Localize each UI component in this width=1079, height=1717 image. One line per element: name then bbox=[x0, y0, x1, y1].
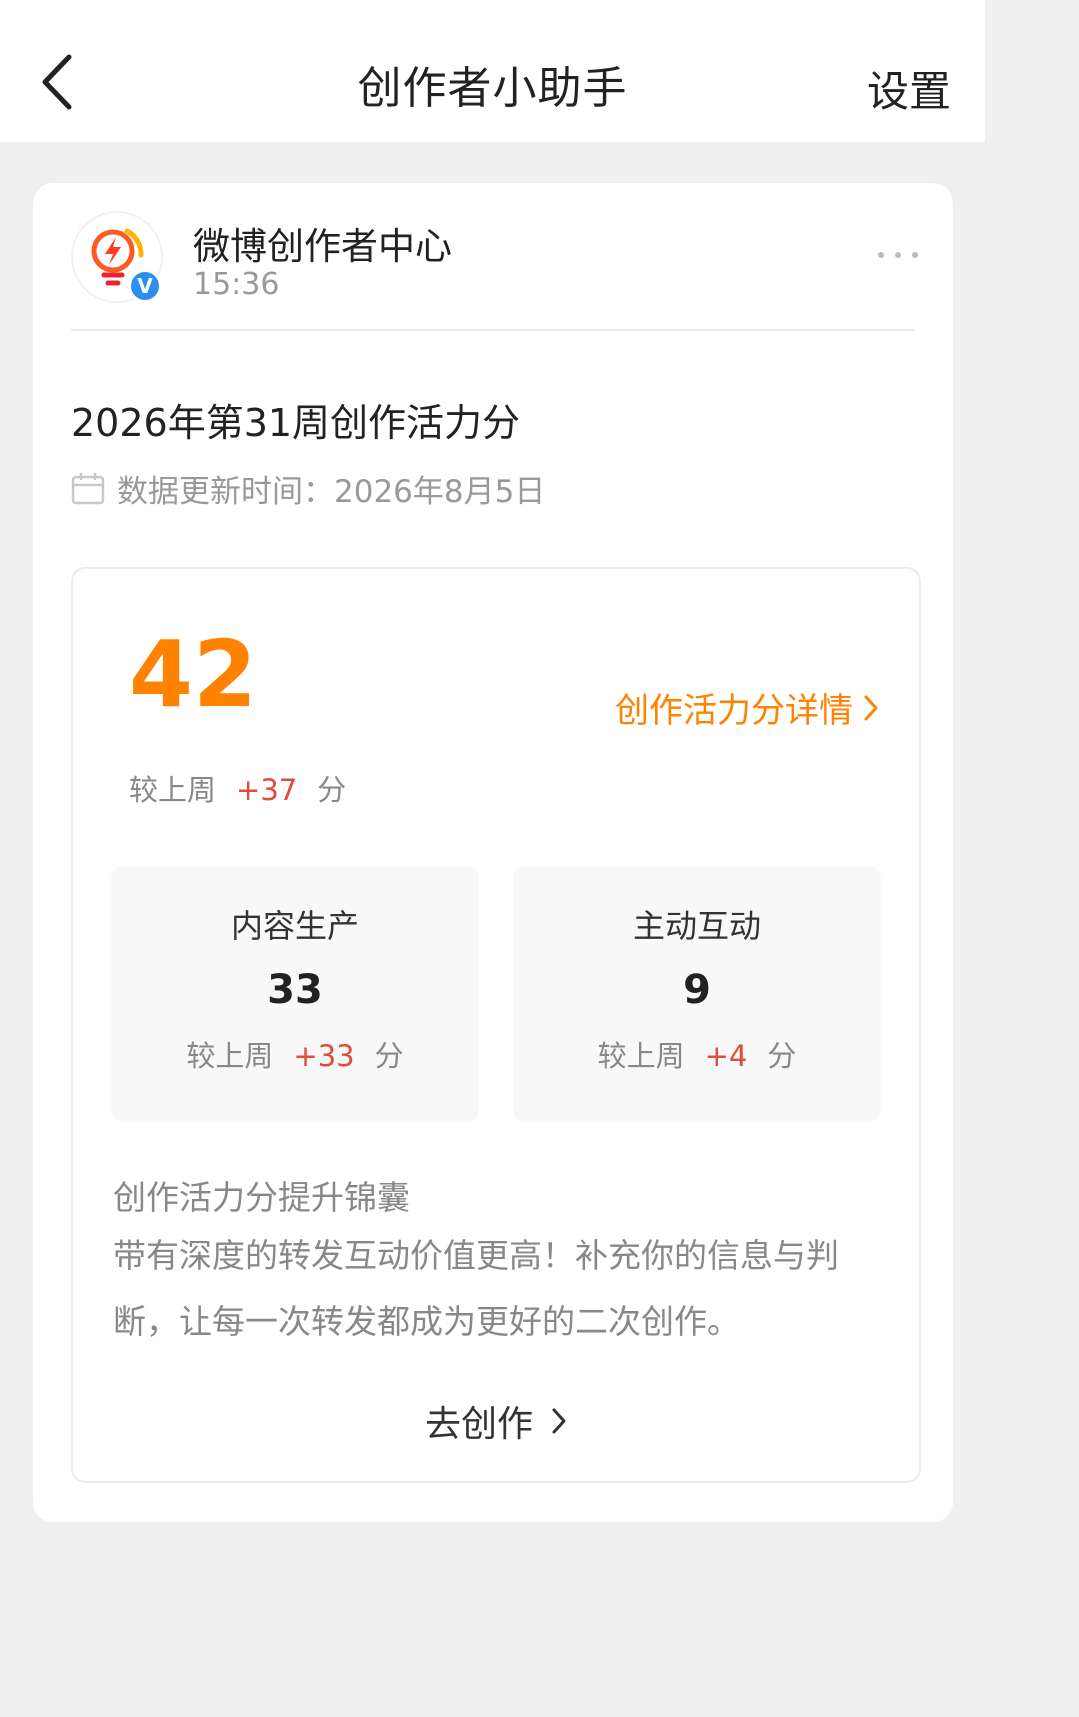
go-create-button[interactable]: 去创作 bbox=[73, 1395, 919, 1447]
verified-badge: V bbox=[128, 269, 162, 303]
page-title: 创作者小助手 bbox=[357, 63, 628, 114]
active-interaction-box: 主动互动 9 较上周 +4 分 bbox=[513, 867, 881, 1121]
sub-score-compare: 较上周 +33 分 bbox=[186, 1039, 404, 1073]
message-card: V 微博创作者中心 15:36 2026年第31周创作活力分 数据更新时间：20… bbox=[33, 183, 953, 1522]
chevron-right-icon bbox=[864, 695, 878, 720]
settings-button[interactable]: 设置 bbox=[867, 58, 951, 119]
score-panel: 42 创作活力分详情 较上周 +37 分 内容生产 33 较上周 +33 分 主动互动 … bbox=[71, 567, 921, 1483]
go-create-label: 去创作 bbox=[424, 1404, 533, 1445]
content-production-box: 内容生产 33 较上周 +33 分 bbox=[111, 867, 479, 1121]
sub-score-compare: 较上周 +4 分 bbox=[597, 1039, 797, 1073]
sub-score-value: 9 bbox=[683, 967, 711, 1013]
top-bar: 创作者小助手 设置 bbox=[0, 0, 985, 142]
sub-score-value: 33 bbox=[267, 967, 323, 1013]
update-time-row: 数据更新时间：2026年8月5日 bbox=[71, 466, 545, 511]
chevron-right-icon bbox=[552, 1408, 566, 1434]
post-time: 15:36 bbox=[193, 267, 280, 302]
sub-score-label: 内容生产 bbox=[230, 907, 359, 945]
compare-prefix: 较上周 bbox=[129, 773, 217, 807]
more-button[interactable] bbox=[878, 245, 918, 265]
tips-body: 带有深度的转发互动价值更高！补充你的信息与判断，让每一次转发都成为更好的二次创作… bbox=[113, 1236, 839, 1341]
account-name[interactable]: 微博创作者中心 bbox=[193, 216, 452, 270]
divider bbox=[71, 329, 915, 331]
avatar[interactable]: V bbox=[71, 211, 163, 303]
score-title: 2026年第31周创作活力分 bbox=[71, 401, 521, 445]
tips-title: 创作活力分提升锦囊 bbox=[113, 1178, 410, 1217]
update-time-text: 数据更新时间：2026年8月5日 bbox=[117, 474, 546, 510]
compare-suffix: 分 bbox=[317, 773, 347, 807]
score-detail-link[interactable]: 创作活力分详情 bbox=[615, 683, 879, 732]
score-detail-label: 创作活力分详情 bbox=[615, 691, 853, 731]
total-score: 42 bbox=[129, 621, 258, 728]
compare-delta: +37 bbox=[236, 773, 298, 807]
calendar-icon bbox=[71, 472, 105, 504]
more-dots-icon bbox=[878, 252, 884, 258]
total-compare: 较上周 +37 分 bbox=[129, 767, 346, 809]
sub-score-label: 主动互动 bbox=[632, 907, 761, 945]
